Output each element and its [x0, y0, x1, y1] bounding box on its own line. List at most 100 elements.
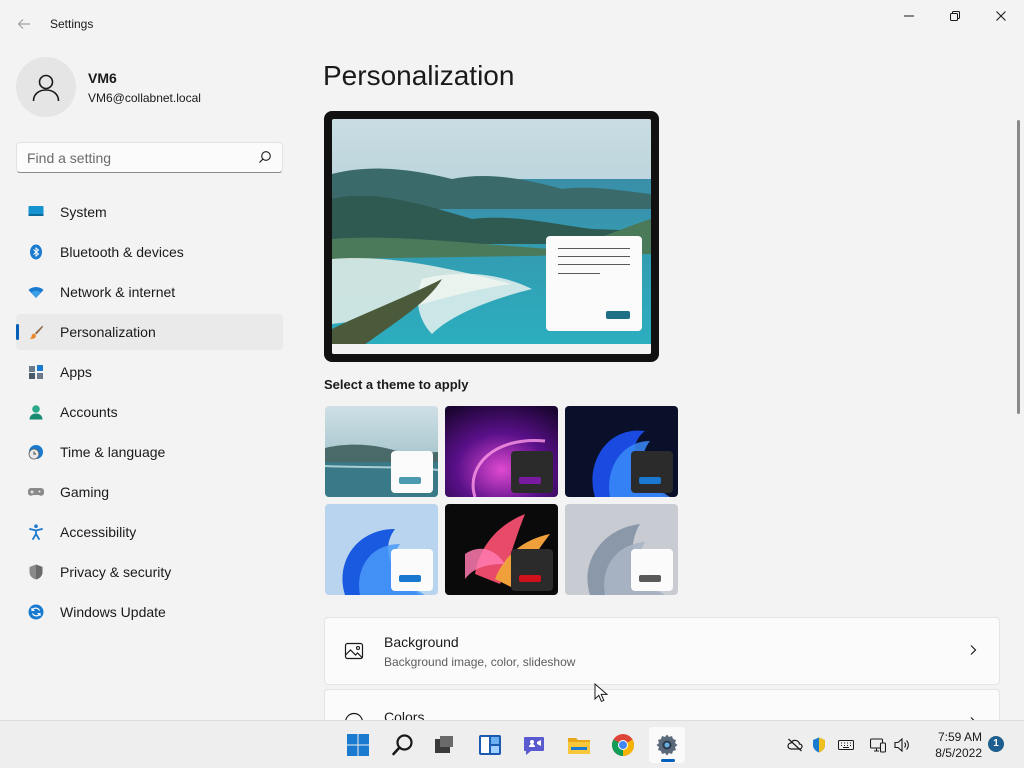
sidebar-item-label: System [60, 204, 107, 220]
task-view-button[interactable] [426, 727, 462, 763]
chrome-button[interactable] [605, 727, 641, 763]
person-avatar-icon [30, 71, 62, 103]
settings-icon [655, 733, 679, 757]
theme-window-card [511, 549, 553, 591]
minimize-icon [903, 10, 915, 22]
sidebar-item-label: Network & internet [60, 284, 175, 300]
palette-icon [344, 712, 364, 720]
card-subtitle: Background image, color, slideshow [384, 655, 575, 669]
preview-window [546, 236, 642, 331]
clock-time: 7:59 AM [920, 729, 982, 745]
bluetooth-icon [28, 244, 44, 260]
theme-accent [399, 575, 421, 582]
theme-grid [325, 406, 679, 595]
sidebar-item-accessibility[interactable]: Accessibility [16, 514, 283, 550]
sidebar-item-label: Gaming [60, 484, 109, 500]
profile-email: VM6@collabnet.local [88, 91, 201, 105]
theme-accent [519, 575, 541, 582]
title-bar: Settings [0, 0, 1024, 48]
accessibility-icon [28, 524, 44, 540]
restore-icon [949, 10, 961, 22]
chrome-icon [611, 733, 635, 757]
card-title: Background [384, 634, 575, 650]
theme-tile[interactable] [325, 406, 438, 497]
brush-icon [28, 324, 44, 340]
sidebar-nav: System Bluetooth & devices Network & int… [16, 194, 283, 634]
volume-icon[interactable] [894, 737, 910, 753]
app-title: Settings [50, 17, 93, 31]
back-arrow-icon [17, 17, 31, 31]
taskbar-search-button[interactable] [385, 727, 421, 763]
start-button[interactable] [340, 727, 376, 763]
theme-preview [324, 111, 659, 362]
sidebar-item-label: Privacy & security [60, 564, 171, 580]
theme-tile[interactable] [325, 504, 438, 595]
sidebar-item-label: Personalization [60, 324, 156, 340]
theme-tile[interactable] [445, 406, 558, 497]
theme-window-card [391, 451, 433, 493]
keyboard-icon[interactable] [838, 737, 854, 753]
sidebar-item-label: Bluetooth & devices [60, 244, 184, 260]
back-button[interactable] [12, 12, 36, 36]
theme-accent [639, 477, 661, 484]
close-button[interactable] [978, 0, 1024, 32]
minimize-button[interactable] [886, 0, 932, 32]
chevron-right-icon [967, 644, 979, 656]
page-title: Personalization [323, 60, 514, 92]
sidebar-item-accounts[interactable]: Accounts [16, 394, 283, 430]
sidebar-item-privacy[interactable]: Privacy & security [16, 554, 283, 590]
scrollbar[interactable] [1017, 120, 1020, 414]
profile-name: VM6 [88, 70, 201, 86]
preview-wallpaper [332, 119, 651, 354]
sidebar-item-time-language[interactable]: Time & language [16, 434, 283, 470]
sidebar-item-label: Accessibility [60, 524, 136, 540]
search-icon[interactable] [258, 150, 272, 164]
widgets-button[interactable] [472, 727, 508, 763]
taskbar: 7:59 AM 8/5/2022 [0, 720, 1024, 768]
system-clock[interactable]: 7:59 AM 8/5/2022 [920, 729, 982, 761]
settings-button[interactable] [649, 727, 685, 763]
person-icon [28, 404, 44, 420]
sidebar-item-windows-update[interactable]: Windows Update [16, 594, 283, 630]
user-profile[interactable]: VM6 VM6@collabnet.local [16, 56, 201, 118]
theme-tile[interactable] [445, 504, 558, 595]
avatar [16, 57, 76, 117]
task-view-icon [432, 733, 456, 757]
theme-window-card [511, 451, 553, 493]
sidebar-item-gaming[interactable]: Gaming [16, 474, 283, 510]
sidebar-item-personalization[interactable]: Personalization [16, 314, 283, 350]
image-icon [344, 641, 364, 661]
theme-tile[interactable] [565, 504, 678, 595]
apps-icon [28, 364, 44, 380]
background-setting[interactable]: Background Background image, color, slid… [324, 617, 1000, 685]
chat-button[interactable] [516, 727, 552, 763]
clock-date: 8/5/2022 [920, 745, 982, 761]
sidebar-item-label: Time & language [60, 444, 165, 460]
restore-button[interactable] [932, 0, 978, 32]
sidebar-item-label: Apps [60, 364, 92, 380]
globe-clock-icon [28, 444, 44, 460]
card-title: Colors [384, 709, 424, 720]
colors-setting[interactable]: Colors [324, 689, 1000, 720]
search-box[interactable] [16, 142, 283, 173]
search-input[interactable] [17, 143, 237, 172]
network-icon[interactable] [870, 737, 886, 753]
start-icon [346, 733, 370, 757]
file-explorer-button[interactable] [561, 727, 597, 763]
wifi-icon [28, 284, 44, 300]
notification-badge[interactable]: 1 [988, 736, 1004, 752]
sidebar-item-bluetooth[interactable]: Bluetooth & devices [16, 234, 283, 270]
search-icon [391, 733, 415, 757]
theme-accent [399, 477, 421, 484]
theme-accent [639, 575, 661, 582]
mouse-cursor-icon [594, 683, 608, 703]
security-icon[interactable] [811, 737, 827, 753]
sidebar-item-system[interactable]: System [16, 194, 283, 230]
theme-window-card [631, 451, 673, 493]
sidebar-item-network[interactable]: Network & internet [16, 274, 283, 310]
theme-accent [519, 477, 541, 484]
widgets-icon [478, 733, 502, 757]
theme-tile[interactable] [565, 406, 678, 497]
sidebar-item-apps[interactable]: Apps [16, 354, 283, 390]
onedrive-offline-icon[interactable] [787, 737, 803, 753]
